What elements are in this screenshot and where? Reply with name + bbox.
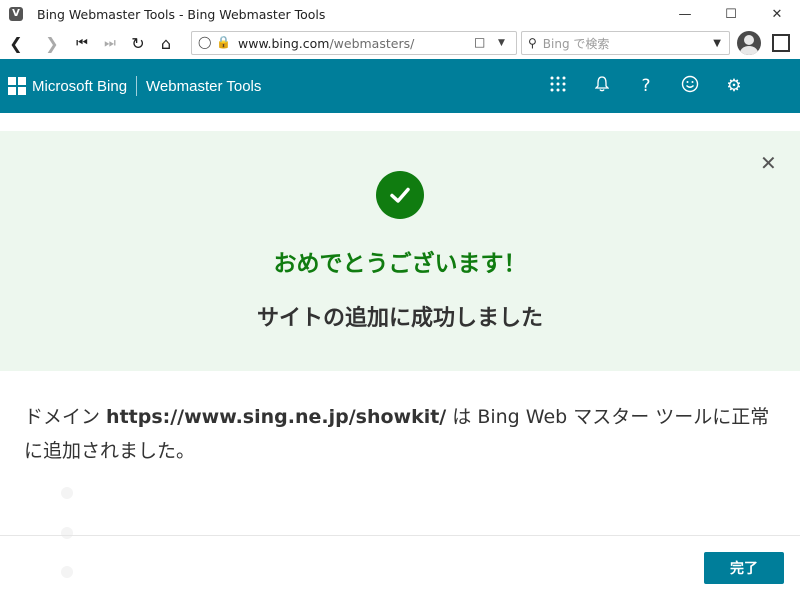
- faded-background-icon: [61, 566, 73, 578]
- search-input[interactable]: ⚲ Bing で検索 ▼: [521, 31, 730, 55]
- brand-name[interactable]: Microsoft Bing: [32, 78, 127, 95]
- faded-background-icon: [61, 527, 73, 539]
- navigation-bar: ❮ ❯ ⏮ ⏭ ↻ ⌂ ◯ 🔒 www.bing.com/webmasters/…: [0, 28, 800, 58]
- close-icon[interactable]: ✕: [754, 0, 800, 28]
- dropdown-icon[interactable]: ▼: [498, 38, 505, 48]
- bell-icon[interactable]: [580, 75, 624, 97]
- apps-icon[interactable]: [536, 76, 580, 97]
- reload-icon[interactable]: ↻: [124, 29, 152, 57]
- checkmark-icon: [376, 171, 424, 219]
- close-dialog-icon[interactable]: ✕: [760, 153, 777, 173]
- window-controls: — ☐ ✕: [662, 0, 800, 28]
- domain-url: https://www.sing.ne.jp/showkit/: [106, 406, 447, 428]
- help-icon[interactable]: ?: [624, 76, 668, 96]
- app-header: Microsoft Bing Webmaster Tools ? ⚙: [0, 59, 800, 113]
- home-icon[interactable]: ⌂: [152, 29, 180, 57]
- title-bar: V Bing Webmaster Tools - Bing Webmaster …: [0, 0, 800, 28]
- microsoft-logo-icon: [8, 77, 26, 95]
- success-subtitle: サイトの追加に成功しました: [256, 306, 543, 331]
- first-icon[interactable]: ⏮: [68, 29, 96, 57]
- address-bar[interactable]: ◯ 🔒 www.bing.com/webmasters/ □ ▼: [191, 31, 517, 55]
- smiley-icon[interactable]: [668, 75, 712, 98]
- forward-icon[interactable]: ❯: [38, 29, 66, 57]
- header-icons: ? ⚙: [536, 59, 756, 113]
- gear-icon[interactable]: ⚙: [712, 76, 756, 96]
- back-icon[interactable]: ❮: [2, 29, 30, 57]
- search-dropdown-icon[interactable]: ▼: [713, 38, 721, 49]
- vivaldi-icon: V: [9, 7, 23, 21]
- search-placeholder: Bing で検索: [542, 36, 610, 51]
- last-icon[interactable]: ⏭: [96, 29, 124, 57]
- search-icon: ⚲: [528, 36, 537, 50]
- header-divider: [136, 76, 138, 96]
- url-text: www.bing.com/webmasters/: [238, 35, 415, 51]
- maximize-icon[interactable]: ☐: [708, 0, 754, 28]
- minimize-icon[interactable]: —: [662, 0, 708, 28]
- product-name[interactable]: Webmaster Tools: [146, 78, 261, 95]
- profile-icon[interactable]: [737, 31, 761, 55]
- lock-icon[interactable]: 🔒: [216, 35, 231, 49]
- shield-icon[interactable]: ◯: [198, 35, 211, 49]
- done-button[interactable]: 完了: [704, 552, 784, 584]
- fullscreen-icon[interactable]: [772, 34, 790, 52]
- faded-background-icon: [61, 487, 73, 499]
- bookmark-icon[interactable]: □: [474, 35, 485, 49]
- footer-divider: [0, 535, 800, 536]
- success-message: ドメイン https://www.sing.ne.jp/showkit/ は B…: [24, 406, 770, 462]
- congrats-heading: おめでとうございます！: [273, 251, 527, 277]
- window-title: Bing Webmaster Tools - Bing Webmaster To…: [37, 6, 326, 22]
